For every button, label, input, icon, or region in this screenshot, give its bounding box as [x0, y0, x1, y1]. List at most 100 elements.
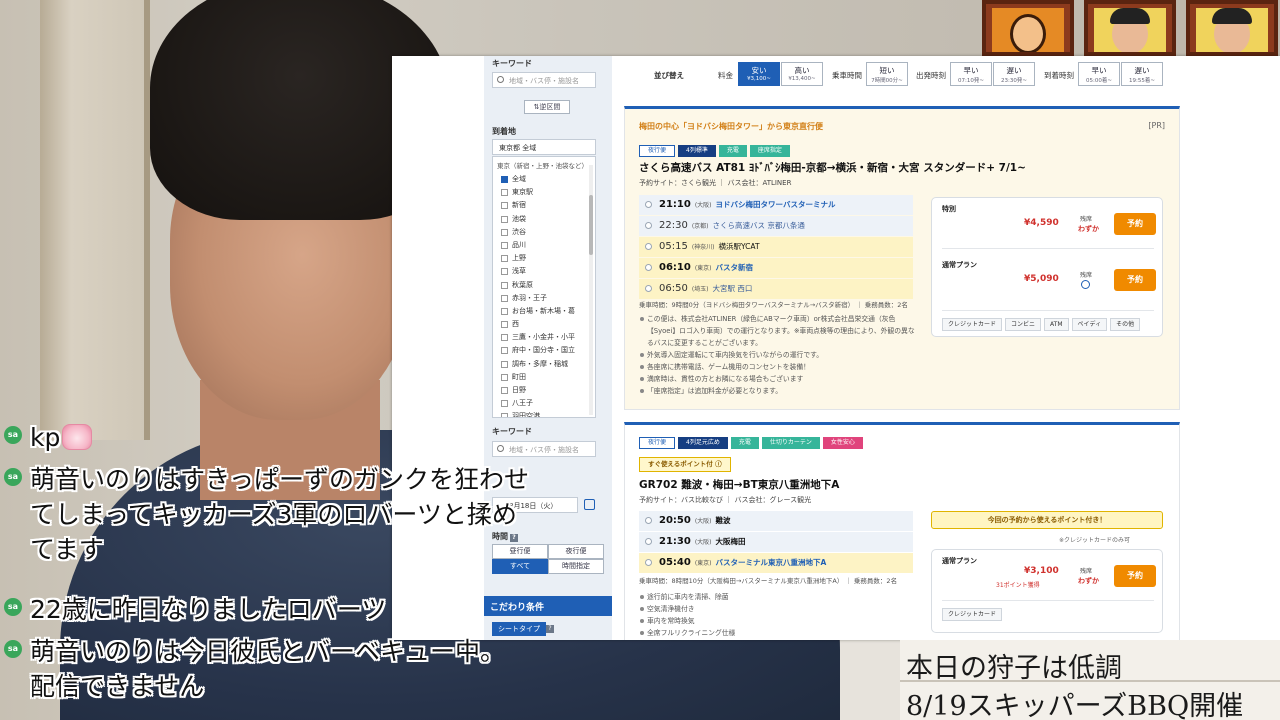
checkbox-icon[interactable]: [501, 202, 508, 210]
area-checkbox-item[interactable]: 池袋: [493, 213, 595, 226]
area-checkbox-item[interactable]: 東京駅: [493, 186, 595, 199]
checkbox-icon[interactable]: [501, 360, 508, 368]
area-checkbox-item[interactable]: 調布・多摩・稲城: [493, 358, 595, 371]
checkbox-icon[interactable]: [501, 228, 508, 236]
keyword-placeholder: 地域・バス停・施設名: [509, 77, 579, 85]
area-group-tokyo[interactable]: 東京（新宿・上野・池袋など）: [493, 157, 595, 173]
area-checkbox-item[interactable]: 秋葉原: [493, 279, 595, 292]
checkbox-icon[interactable]: [501, 347, 508, 355]
bus-title-link[interactable]: GR702 難波・梅田→BT東京八重洲地下A: [639, 477, 839, 492]
checkbox-icon[interactable]: [501, 387, 508, 394]
checkbox-icon[interactable]: [501, 241, 508, 249]
payment-method: クレジットカード: [942, 318, 1003, 331]
stop-name-link[interactable]: 大宮駅 西口: [713, 284, 753, 293]
calendar-icon[interactable]: [584, 499, 595, 510]
checkbox-icon[interactable]: [501, 176, 508, 183]
area-checkbox-item[interactable]: お台場・新木場・葛: [493, 305, 595, 318]
sort-price-cheap-button[interactable]: 安い ¥3,100~: [738, 62, 780, 86]
reserve-button[interactable]: 予約: [1114, 269, 1156, 291]
checkbox-icon[interactable]: [501, 413, 508, 417]
sort-arrival-early-button[interactable]: 早い 05:00着~: [1078, 62, 1120, 86]
area-checkbox-item[interactable]: 上野: [493, 252, 595, 265]
sort-arrival-late-button[interactable]: 遅い 19:55着~: [1121, 62, 1163, 86]
specify-time-button[interactable]: 時間指定: [548, 559, 604, 574]
bus-result-card: 夜行便 4列足元広め 充電 仕切りカーテン 女性安心 すぐ使えるポイント付 ⓘ …: [624, 422, 1180, 640]
help-icon[interactable]: ?: [546, 625, 554, 633]
feature-badges: 夜行便 4列標準 充電 座席指定: [639, 145, 790, 157]
stop-name-link[interactable]: 横浜駅YCAT: [719, 242, 760, 251]
sort-btn-sub: 23:30発~: [1001, 78, 1027, 84]
checkbox-icon[interactable]: [501, 281, 508, 289]
points-earned: 31ポイント獲得: [996, 582, 1040, 589]
sort-departure-late-button[interactable]: 遅い 23:30発~: [993, 62, 1035, 86]
fare-box: 特別 ¥4,590 残席 わずか 予約 通常プラン ¥5,090 残席 予約 ク…: [931, 197, 1163, 337]
stop-time: 21:30: [659, 536, 691, 547]
bus-meta: 予約サイト：バス比較なび ｜ バス会社：グレース観光: [639, 496, 812, 504]
area-checkbox-item[interactable]: 府中・国分寺・国立: [493, 344, 595, 357]
checkbox-icon[interactable]: [501, 373, 508, 381]
swap-route-button[interactable]: ⇅逆区間: [524, 100, 570, 114]
ride-duration: 乗車時間：9時間0分（ヨドバシ梅田タワーバスターミナル→バスタ新宿） ｜ 乗務員…: [639, 301, 908, 309]
emote-icon: [62, 424, 93, 450]
bus-title-link[interactable]: さくら高速バス AT81 ﾖﾄﾞﾊﾞｼ梅田-京都→横浜・新宿・大宮 スタンダード…: [639, 160, 1026, 175]
stop-dot-icon: [645, 243, 652, 250]
sort-duration-short-button[interactable]: 短い 7時間00分~: [866, 62, 908, 86]
checkbox-icon[interactable]: [501, 255, 508, 263]
stop-name-link[interactable]: バスターミナル東京八重洲地下A: [716, 558, 827, 567]
stop-name-link[interactable]: さくら高速バス 京都八条通: [713, 221, 805, 230]
checkbox-icon[interactable]: [501, 400, 508, 408]
person-hair-icon: [1110, 8, 1150, 24]
stop-name-link[interactable]: 大阪梅田: [716, 537, 746, 546]
area-checkbox-item[interactable]: 品川: [493, 239, 595, 252]
pr-headline: 梅田の中心「ヨドバシ梅田タワー」から東京直行便: [639, 122, 823, 131]
sort-price-label: 料金: [718, 71, 733, 80]
stop-time: 06:50: [659, 283, 688, 294]
checkbox-icon[interactable]: [501, 268, 508, 276]
point-banner: 今回の予約から使えるポイント付き！: [931, 511, 1163, 529]
ticker-divider: [900, 680, 1280, 682]
overnight-button[interactable]: 夜行便: [548, 544, 604, 559]
sort-duration-label: 乗車時間: [832, 71, 862, 80]
area-checkbox-item[interactable]: 新宿: [493, 199, 595, 212]
stop-name-link[interactable]: バスタ新宿: [716, 263, 754, 272]
departure-keyword-input[interactable]: 地域・バス停・施設名: [492, 72, 596, 88]
sort-label: 並び替え: [654, 71, 684, 80]
sort-btn-sub: 19:55着~: [1129, 78, 1155, 84]
sort-departure-early-button[interactable]: 早い 07:10発~: [950, 62, 992, 86]
area-label: 西: [512, 320, 519, 329]
stop-name-link[interactable]: ヨドバシ梅田タワーバスターミナル: [716, 200, 836, 209]
badge-overnight: 夜行便: [639, 145, 676, 157]
area-checkbox-item[interactable]: 羽田空港: [493, 410, 595, 417]
area-checkbox-item[interactable]: 日野: [493, 384, 595, 397]
reserve-button[interactable]: 予約: [1114, 213, 1156, 235]
fare-price: ¥5,090: [1024, 274, 1059, 284]
checkbox-icon[interactable]: [501, 189, 508, 197]
badge-curtain: 仕切りカーテン: [761, 437, 820, 449]
scrollbar-thumb[interactable]: [589, 195, 593, 255]
reserve-button[interactable]: 予約: [1114, 565, 1156, 587]
area-checkbox-item[interactable]: 三鷹・小金井・小平: [493, 331, 595, 344]
sort-price-expensive-button[interactable]: 高い ¥13,400~: [781, 62, 823, 86]
area-checkbox-item[interactable]: 町田: [493, 371, 595, 384]
checkbox-icon[interactable]: [501, 294, 508, 302]
stop-time: 22:30: [659, 220, 688, 231]
stop-time: 06:10: [659, 262, 691, 273]
stop-pref: (京都): [691, 223, 709, 230]
checkbox-icon[interactable]: [501, 215, 508, 223]
area-checkbox-item[interactable]: 赤羽・王子: [493, 292, 595, 305]
area-checkbox-item[interactable]: 全域: [493, 173, 595, 186]
fare-plan-name: 特別: [942, 205, 956, 213]
checkbox-icon[interactable]: [501, 321, 508, 329]
checkbox-icon[interactable]: [501, 334, 508, 342]
area-label: 新宿: [512, 201, 526, 210]
destination-select[interactable]: 東京都 全域: [492, 139, 596, 155]
area-checkbox-item[interactable]: 浅草: [493, 265, 595, 278]
list-scrollbar[interactable]: [589, 165, 593, 415]
stop-name-link[interactable]: 難波: [716, 516, 731, 525]
checkbox-icon[interactable]: [501, 307, 508, 315]
area-checkbox-item[interactable]: 渋谷: [493, 226, 595, 239]
seat-label: 残席: [1080, 568, 1093, 575]
area-checkbox-item[interactable]: 八王子: [493, 397, 595, 410]
stop-dot-icon: [645, 517, 652, 524]
area-checkbox-item[interactable]: 西: [493, 318, 595, 331]
